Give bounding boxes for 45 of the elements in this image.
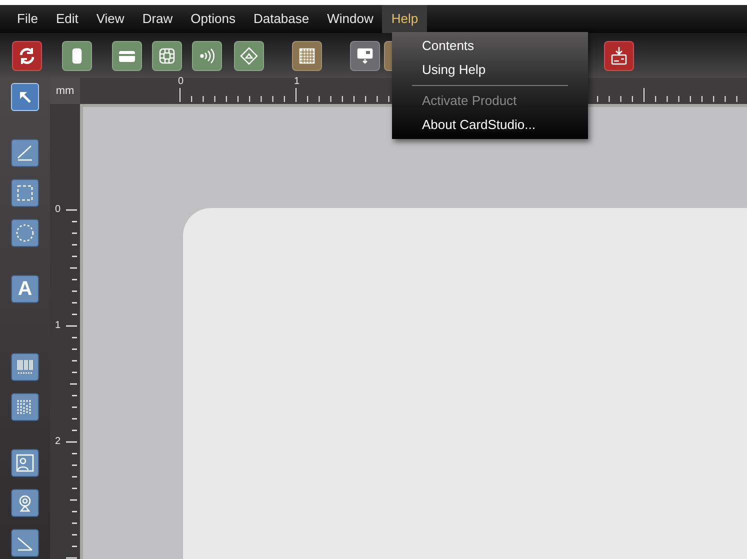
tool-button[interactable]: [11, 139, 39, 167]
ruler-label: 2: [55, 437, 61, 447]
menu-item[interactable]: Database: [244, 5, 318, 33]
tool-button[interactable]: [11, 529, 39, 557]
menu-option[interactable]: Using Help: [392, 58, 588, 82]
menu-item[interactable]: Edit: [46, 5, 88, 33]
contactless-icon: [197, 46, 217, 66]
menu-item[interactable]: View: [87, 5, 134, 33]
toolbar-button[interactable]: [234, 40, 264, 70]
menu-option[interactable]: Contents: [392, 34, 588, 58]
printer-icon: [355, 46, 375, 66]
toolbar-button[interactable]: [62, 40, 92, 70]
ruler-label: 1: [294, 77, 300, 87]
toolbar-button[interactable]: [152, 40, 182, 70]
tool-button[interactable]: [11, 83, 39, 111]
tool-button[interactable]: [11, 353, 39, 381]
ruler-label: 1: [55, 321, 61, 331]
menu-item[interactable]: Draw: [133, 5, 182, 33]
toolbar-button[interactable]: [350, 40, 380, 70]
menu-item[interactable]: Options: [182, 5, 244, 33]
line-icon: [15, 143, 35, 163]
refresh-icon: [17, 46, 37, 66]
menu-item[interactable]: Window: [318, 5, 382, 33]
card-download-icon: [609, 46, 629, 66]
chip-icon: [157, 46, 177, 66]
tool-button[interactable]: [11, 449, 39, 477]
tool-button[interactable]: [11, 219, 39, 247]
menu-item[interactable]: File: [8, 5, 47, 33]
toolbar-button[interactable]: [192, 40, 222, 70]
dashed-rectangle-icon: [15, 183, 35, 203]
unit-label: mm: [56, 84, 74, 99]
tool-button[interactable]: [11, 179, 39, 207]
menu-option[interactable]: About CardStudio...: [392, 113, 588, 137]
toolbar-button[interactable]: [604, 40, 634, 70]
toolbar-button[interactable]: [292, 40, 322, 70]
person-picture-icon: [15, 453, 35, 473]
ruler-label: 0: [178, 77, 184, 87]
toolbar-button[interactable]: [12, 40, 42, 70]
ruler-label: 0: [55, 205, 61, 215]
tool-button[interactable]: [11, 489, 39, 517]
tool-button[interactable]: [11, 393, 39, 421]
toolbar-button[interactable]: [112, 40, 142, 70]
grid-icon: [297, 46, 317, 66]
menu-item[interactable]: Help: [382, 5, 428, 33]
dashed-circle-icon: [15, 223, 35, 243]
